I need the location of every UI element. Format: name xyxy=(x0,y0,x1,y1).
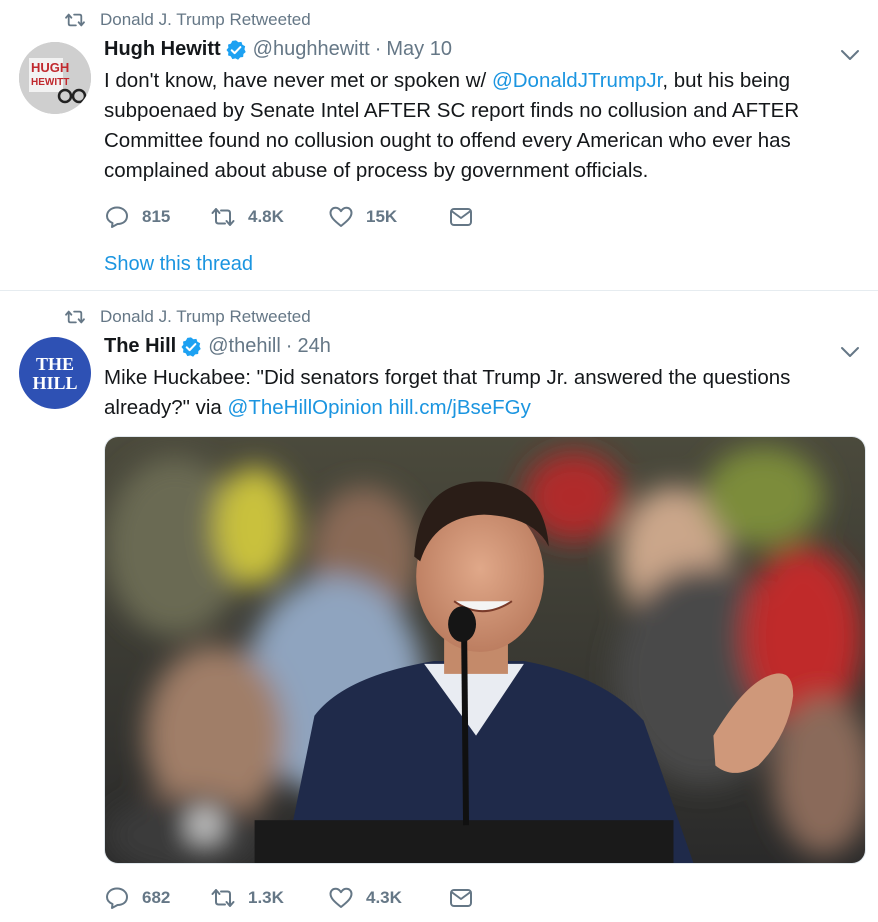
tweet-text-part: I don't know, have never met or spoken w… xyxy=(104,69,492,92)
dm-icon xyxy=(450,889,472,907)
tweet-media-photo[interactable] xyxy=(104,436,866,864)
separator-dot: · xyxy=(374,38,382,60)
direct-message-button[interactable] xyxy=(448,204,474,230)
caret-down-icon[interactable] xyxy=(840,345,860,359)
author-name[interactable]: Hugh Hewitt xyxy=(104,38,221,61)
retweet-label[interactable]: Donald J. Trump Retweeted xyxy=(100,10,311,30)
mention-link[interactable]: @DonaldJTrumpJr xyxy=(492,69,662,92)
avatar-hugh-hewitt[interactable]: HUGH HEWITT xyxy=(19,42,91,114)
separator-dot: · xyxy=(285,335,293,357)
direct-message-button[interactable] xyxy=(448,885,474,911)
photo-image xyxy=(105,437,865,863)
tweet-the-hill[interactable]: Donald J. Trump Retweeted THE HILL The H… xyxy=(0,291,878,922)
reply-icon xyxy=(106,206,128,228)
mention-link[interactable]: @TheHillOpinion xyxy=(228,396,383,419)
like-button[interactable]: 4.3K xyxy=(328,885,448,911)
reply-button[interactable]: 815 xyxy=(104,204,210,230)
reply-count: 682 xyxy=(142,888,171,907)
avatar-text-1: HUGH xyxy=(31,60,69,75)
verified-badge-icon xyxy=(181,336,201,357)
tweet-text: Mike Huckabee: "Did senators forget that… xyxy=(104,363,864,423)
author-handle[interactable]: @hughhewitt xyxy=(253,38,370,61)
avatar-image: THE HILL xyxy=(32,354,77,393)
show-thread-link[interactable]: Show this thread xyxy=(104,253,253,276)
retweet-icon xyxy=(65,310,85,324)
avatar-the-hill[interactable]: THE HILL xyxy=(19,337,91,409)
reply-icon xyxy=(106,887,128,909)
like-button[interactable]: 15K xyxy=(328,204,448,230)
retweet-label[interactable]: Donald J. Trump Retweeted xyxy=(100,307,311,327)
retweet-button[interactable]: 4.8K xyxy=(210,204,328,230)
tweet-timestamp[interactable]: May 10 xyxy=(386,38,452,61)
like-icon xyxy=(329,206,353,227)
verified-badge-icon xyxy=(226,39,246,60)
reply-count: 815 xyxy=(142,207,171,226)
retweet-count: 1.3K xyxy=(248,888,284,907)
reply-button[interactable]: 682 xyxy=(104,885,210,911)
author-handle[interactable]: @thehill xyxy=(208,335,281,358)
like-icon xyxy=(329,887,353,908)
avatar-text-1: THE xyxy=(36,354,74,374)
tweet-header: The Hill @thehill · 24h xyxy=(104,335,331,358)
retweet-icon xyxy=(211,889,235,907)
tweet-text: I don't know, have never met or spoken w… xyxy=(104,66,864,186)
tweet-timestamp[interactable]: 24h xyxy=(297,335,330,358)
like-count: 15K xyxy=(366,207,398,226)
retweet-context: Donald J. Trump Retweeted xyxy=(64,8,311,32)
dm-icon xyxy=(450,208,472,226)
tweet-hugh-hewitt[interactable]: Donald J. Trump Retweeted HUGH HEWITT Hu… xyxy=(0,0,878,290)
author-name[interactable]: The Hill xyxy=(104,335,176,358)
url-link[interactable]: hill.cm/jBseFGy xyxy=(388,396,530,419)
retweet-icon xyxy=(211,208,235,226)
tweet-actions: 682 1.3K 4.3K xyxy=(104,883,474,913)
caret-down-icon[interactable] xyxy=(840,48,860,62)
avatar-image: HUGH HEWITT xyxy=(19,42,91,114)
tweet-header: Hugh Hewitt @hughhewitt · May 10 xyxy=(104,38,452,61)
retweet-icon xyxy=(65,13,85,27)
tweet-actions: 815 4.8K 15K xyxy=(104,202,474,232)
retweet-count: 4.8K xyxy=(248,207,284,226)
avatar-text-2: HEWITT xyxy=(31,77,69,88)
retweet-button[interactable]: 1.3K xyxy=(210,885,328,911)
retweet-context: Donald J. Trump Retweeted xyxy=(64,305,311,329)
like-count: 4.3K xyxy=(366,888,402,907)
avatar-text-2: HILL xyxy=(32,373,77,393)
